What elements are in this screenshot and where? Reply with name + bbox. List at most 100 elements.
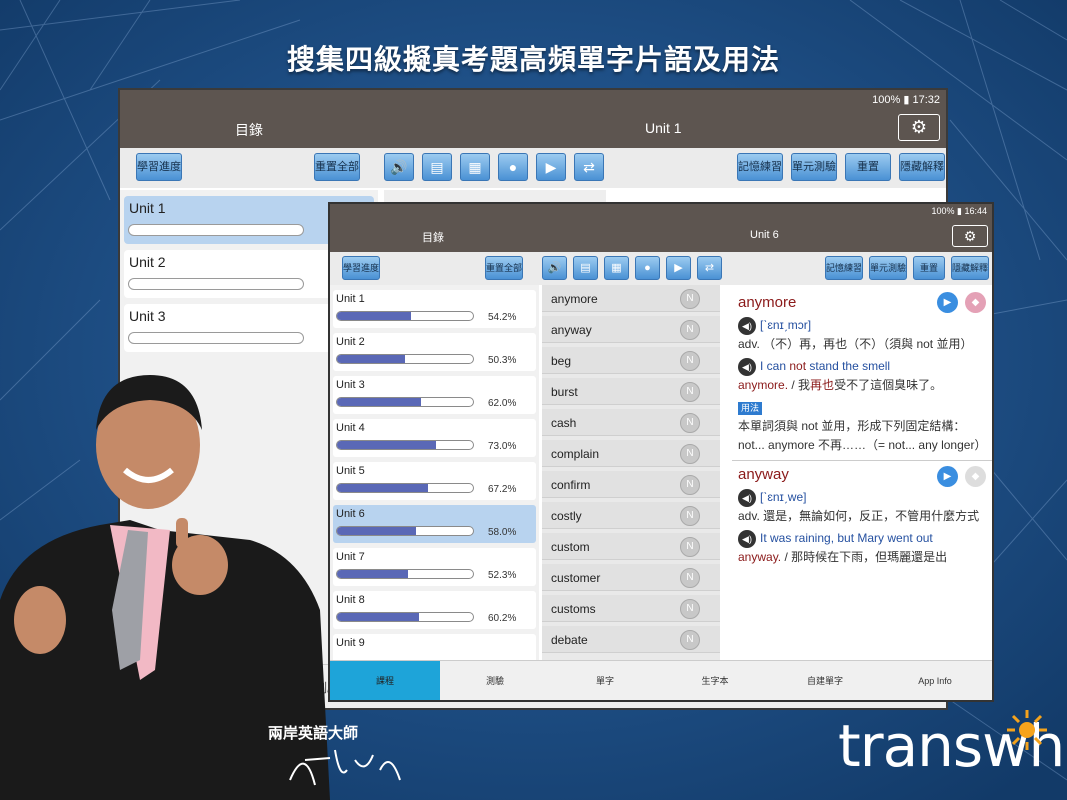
speaker-icon[interactable]: 🔊: [384, 153, 414, 181]
word-item[interactable]: beg N: [542, 347, 720, 374]
definition-panel: anymore ▶ ◆ ◀) [ˋɛnɪˏmɔr] adv. （不）再，再也（不）…: [726, 285, 992, 661]
word-item[interactable]: custom N: [542, 533, 720, 560]
note-icon[interactable]: N: [680, 382, 700, 402]
note-icon[interactable]: N: [680, 630, 700, 650]
play-record-icon[interactable]: ▶: [666, 256, 691, 280]
hide-explanation-button[interactable]: 隱藏解釋: [899, 153, 945, 181]
note-icon[interactable]: N: [680, 289, 700, 309]
word-label: customer: [551, 571, 601, 585]
word-item[interactable]: cash N: [542, 409, 720, 436]
note-icon[interactable]: N: [680, 568, 700, 588]
card-icon[interactable]: ▤: [573, 256, 598, 280]
tab-vocabulary-book[interactable]: 生字本: [660, 661, 770, 700]
front-tablet-screen: 100% ▮ 16:44 目錄 Unit 6 ⚙ 學習進度 重置全部 🔊 ▤ ▦…: [328, 202, 994, 702]
note-icon[interactable]: N: [680, 320, 700, 340]
unit-item[interactable]: Unit 1 54.2%: [333, 290, 536, 328]
unit-item[interactable]: Unit 2 50.3%: [333, 333, 536, 371]
unit-item[interactable]: Unit 3 62.0%: [333, 376, 536, 414]
speaker-icon[interactable]: ◀): [738, 316, 756, 335]
play-record-icon[interactable]: ▶: [536, 153, 566, 181]
headline: 搜集四級擬真考題高頻單字片語及用法: [286, 43, 780, 76]
microphone-icon[interactable]: ●: [498, 153, 528, 181]
progress-bar: [336, 612, 474, 622]
speaker-icon[interactable]: ◀): [738, 529, 756, 548]
play-icon[interactable]: ▶: [937, 292, 958, 313]
tab-app-info[interactable]: App Info: [880, 661, 990, 700]
tab-test[interactable]: 測驗: [440, 661, 550, 700]
unit-item[interactable]: Unit 7 52.3%: [333, 548, 536, 586]
detail-icon[interactable]: ▦: [604, 256, 629, 280]
progress-bar: [128, 224, 304, 236]
example-zh-a: / 我: [788, 378, 811, 392]
note-icon[interactable]: N: [680, 413, 700, 433]
unit-item[interactable]: Unit 4 73.0%: [333, 419, 536, 457]
unit-title: Unit 6: [750, 229, 779, 241]
note-icon[interactable]: N: [680, 599, 700, 619]
usage-tag: 用法: [738, 402, 763, 415]
hide-explanation-button[interactable]: 隱藏解釋: [951, 256, 989, 280]
speaker-icon[interactable]: 🔊: [542, 256, 567, 280]
example-en-b: stand the smell: [806, 359, 891, 373]
word-item[interactable]: anyway N: [542, 316, 720, 343]
play-icon[interactable]: ▶: [937, 466, 958, 487]
tag-icon[interactable]: ◆: [965, 292, 986, 313]
word-label: anyway: [551, 323, 592, 337]
memory-practice-button[interactable]: 記憶練習: [737, 153, 783, 181]
example-en-word: anymore.: [738, 378, 789, 392]
example-zh-highlight: 再也: [810, 378, 835, 392]
word-item[interactable]: burst N: [542, 378, 720, 405]
tag-icon[interactable]: ◆: [965, 466, 986, 487]
unit-test-button[interactable]: 單元測驗: [869, 256, 907, 280]
reset-all-button[interactable]: 重置全部: [314, 153, 360, 181]
reset-all-button[interactable]: 重置全部: [485, 256, 523, 280]
tab-words[interactable]: 單字: [550, 661, 660, 700]
tab-custom-words[interactable]: 自建單字: [770, 661, 880, 700]
word-item[interactable]: confirm N: [542, 471, 720, 498]
unit-item[interactable]: Unit 8 60.2%: [333, 591, 536, 629]
progress-percent: 73.0%: [488, 441, 517, 452]
definition-text: adv. 還是，無論如何，反正，不管用什麼方式: [738, 509, 980, 523]
note-icon[interactable]: N: [680, 537, 700, 557]
memory-practice-button[interactable]: 記憶練習: [825, 256, 863, 280]
example-en-a: I can: [760, 359, 790, 373]
note-icon[interactable]: N: [680, 506, 700, 526]
example-zh-b: 受不了這個臭味了。: [834, 378, 943, 392]
settings-gear-icon[interactable]: ⚙: [952, 225, 988, 247]
progress-bar: [336, 483, 474, 493]
tab-course[interactable]: 課程: [330, 661, 440, 700]
word-item[interactable]: costly N: [542, 502, 720, 529]
settings-gear-icon[interactable]: ⚙: [898, 114, 940, 141]
swap-icon[interactable]: ⇄: [574, 153, 604, 181]
unit-label: Unit 3: [336, 379, 365, 391]
reset-button[interactable]: 重置: [845, 153, 891, 181]
unit-label: Unit 3: [129, 308, 166, 324]
note-icon[interactable]: N: [680, 351, 700, 371]
word-item[interactable]: complain N: [542, 440, 720, 467]
unit-item[interactable]: Unit 9: [333, 634, 536, 661]
status-bar: 100% ▮ 16:44: [330, 204, 992, 219]
speaker-icon[interactable]: ◀): [738, 357, 756, 376]
unit-test-button[interactable]: 單元測驗: [791, 153, 837, 181]
speaker-icon[interactable]: ◀): [738, 488, 756, 507]
reset-button[interactable]: 重置: [913, 256, 945, 280]
word-item[interactable]: customer N: [542, 564, 720, 591]
progress-button[interactable]: 學習進度: [136, 153, 182, 181]
swap-icon[interactable]: ⇄: [697, 256, 722, 280]
unit-item-selected[interactable]: Unit 6 58.0%: [333, 505, 536, 543]
usage-text: not... anymore 不再……（= not... any longer）: [738, 438, 987, 452]
word-item[interactable]: debate N: [542, 626, 720, 653]
word-list: anymore N anyway N beg N burst N cash N compl…: [542, 285, 720, 661]
title-bar: 目錄 Unit 1 ⚙: [120, 108, 946, 148]
note-icon[interactable]: N: [680, 475, 700, 495]
note-icon[interactable]: N: [680, 444, 700, 464]
word-label: debate: [551, 633, 588, 647]
progress-percent: 60.2%: [488, 613, 517, 624]
unit-item[interactable]: Unit 5 67.2%: [333, 462, 536, 500]
progress-button[interactable]: 學習進度: [342, 256, 380, 280]
word-item[interactable]: anymore N: [542, 285, 720, 312]
microphone-icon[interactable]: ●: [635, 256, 660, 280]
card-icon[interactable]: ▤: [422, 153, 452, 181]
detail-icon[interactable]: ▦: [460, 153, 490, 181]
unit-label: Unit 9: [336, 637, 365, 649]
word-item[interactable]: customs N: [542, 595, 720, 622]
